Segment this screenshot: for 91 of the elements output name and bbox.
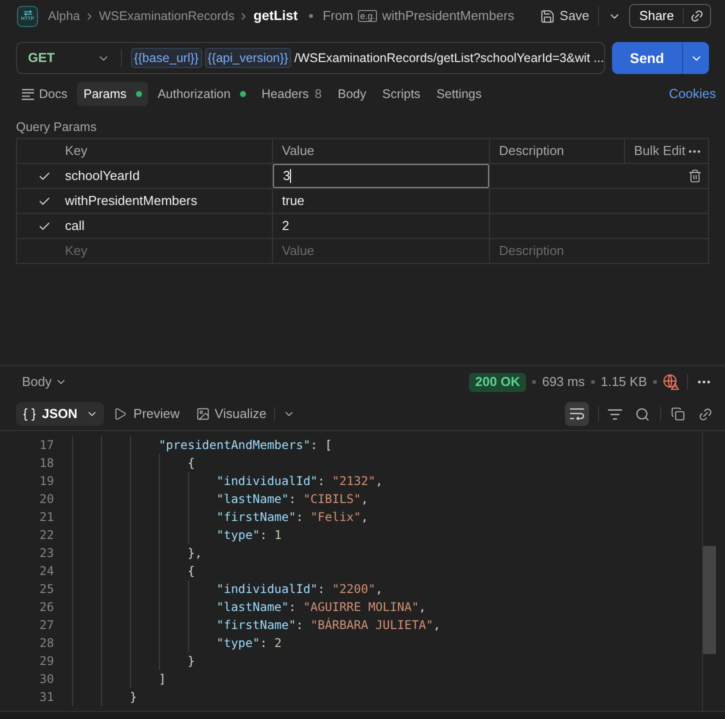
url-variable[interactable]: {{api_version}} [204, 48, 292, 68]
column-header: Key [56, 139, 273, 163]
globe-warning-icon[interactable] [663, 374, 679, 390]
play-icon [113, 407, 128, 421]
visualize-button[interactable]: Visualize [196, 404, 266, 424]
section-title: Query Params [16, 120, 97, 134]
format-dropdown[interactable]: JSON [16, 402, 104, 426]
code-line: "individualId": "2200", [216, 581, 383, 598]
code-line: ] [158, 671, 166, 688]
checkbox[interactable] [38, 220, 50, 232]
line-number: 18 [38, 455, 54, 472]
code-line: "type": 1 [216, 527, 282, 544]
url-path: /WSExaminationRecords/getList?schoolYearId=3&wit ... [294, 50, 604, 67]
status-badge: 200 OK [469, 372, 526, 392]
request-tab[interactable]: Params [77, 82, 148, 106]
request-tab[interactable]: Docs [16, 82, 74, 106]
swap-arrows-icon [22, 10, 32, 16]
line-number: 27 [38, 617, 54, 634]
code-line: "lastName": "AGUIRRE MOLINA", [216, 599, 426, 616]
code-line: "presidentAndMembers": [ [158, 437, 332, 454]
bulk-edit-button[interactable]: Bulk Edit [634, 141, 686, 161]
value-input-field[interactable]: 3 [273, 164, 489, 188]
line-number: 26 [38, 599, 54, 616]
example-tag: e.g. [358, 10, 378, 22]
param-value: 2 [281, 217, 290, 236]
save-button[interactable]: Save [540, 6, 590, 26]
wrap-lines-button[interactable] [565, 402, 589, 426]
example-name[interactable]: withPresidentMembers [382, 6, 514, 26]
url-field[interactable]: GET {{base_url}} {{api_version}} /WSExaminationRecords/getList?schoolYearId=3&wit ... [16, 42, 605, 74]
line-number: 22 [38, 527, 54, 544]
request-tab[interactable]: Authorization [152, 82, 252, 106]
send-button[interactable]: Send [612, 42, 682, 74]
column-header: Value [273, 139, 490, 163]
save-icon [540, 8, 555, 24]
code-line: "firstName": "BÁRBARA JULIETA", [216, 616, 440, 634]
checkbox[interactable] [38, 194, 50, 208]
code-line: { [188, 563, 195, 580]
body-view-dropdown[interactable]: Body [22, 372, 67, 392]
line-number: 31 [38, 689, 54, 706]
method-dropdown[interactable]: GET [17, 43, 121, 73]
line-number: 28 [38, 635, 54, 652]
checkbox[interactable] [38, 170, 50, 182]
code-line: { [188, 455, 195, 472]
breadcrumb-link[interactable]: Alpha [48, 6, 80, 26]
code-line: "type": 2 [216, 635, 282, 652]
filter-icon[interactable] [608, 408, 622, 420]
url-variable[interactable]: {{base_url}} [130, 48, 202, 68]
description-input-field[interactable]: Description [490, 239, 708, 263]
line-number: 29 [38, 653, 54, 670]
param-value: true [281, 192, 306, 210]
request-tab[interactable]: Headers 8 [256, 82, 328, 106]
param-key: withPresidentMembers [56, 189, 273, 213]
image-icon [196, 407, 210, 421]
param-key: call [56, 214, 273, 238]
request-tab[interactable]: Body [332, 82, 372, 106]
preview-button[interactable]: Preview [113, 404, 180, 424]
breadcrumb-link[interactable]: WSExaminationRecords [98, 6, 234, 26]
code-line: } [188, 653, 195, 670]
line-number: 23 [38, 545, 54, 562]
request-tab[interactable]: Settings [430, 82, 488, 106]
braces-icon [22, 406, 37, 422]
line-number: 17 [38, 437, 54, 454]
line-number: 25 [38, 581, 54, 598]
cookies-link[interactable]: Cookies [669, 84, 716, 104]
response-size: 1.15 KB [600, 373, 647, 392]
line-number: 30 [38, 671, 54, 688]
source-label: From [322, 7, 354, 26]
line-number: 19 [38, 473, 54, 490]
scrollbar-thumb[interactable] [703, 546, 716, 654]
docs-icon [22, 88, 34, 100]
search-icon[interactable] [635, 406, 650, 422]
copy-icon[interactable] [671, 407, 685, 421]
wrap-lines-icon [570, 408, 584, 420]
value-input-field[interactable]: Value [273, 239, 490, 263]
code-line: } [130, 689, 138, 706]
param-key: schoolYearId [56, 164, 273, 188]
code-line: "firstName": "Felix", [216, 509, 368, 526]
request-tab[interactable]: Scripts [376, 82, 426, 106]
line-number: 21 [38, 509, 54, 526]
response-time: 693 ms [542, 373, 585, 392]
code-line: "individualId": "2132", [216, 473, 383, 490]
delete-icon[interactable] [688, 169, 702, 183]
key-input-field[interactable]: Key [56, 239, 273, 263]
line-number: 24 [38, 563, 54, 580]
header-count: 8 [314, 86, 322, 103]
code-line: "lastName": "CIBILS", [216, 491, 368, 508]
breadcrumb-link[interactable]: getList [253, 6, 298, 26]
share-button[interactable]: Share [630, 6, 683, 26]
line-number: 20 [38, 491, 54, 508]
column-header: Description [490, 139, 625, 163]
code-line: }, [188, 545, 202, 562]
